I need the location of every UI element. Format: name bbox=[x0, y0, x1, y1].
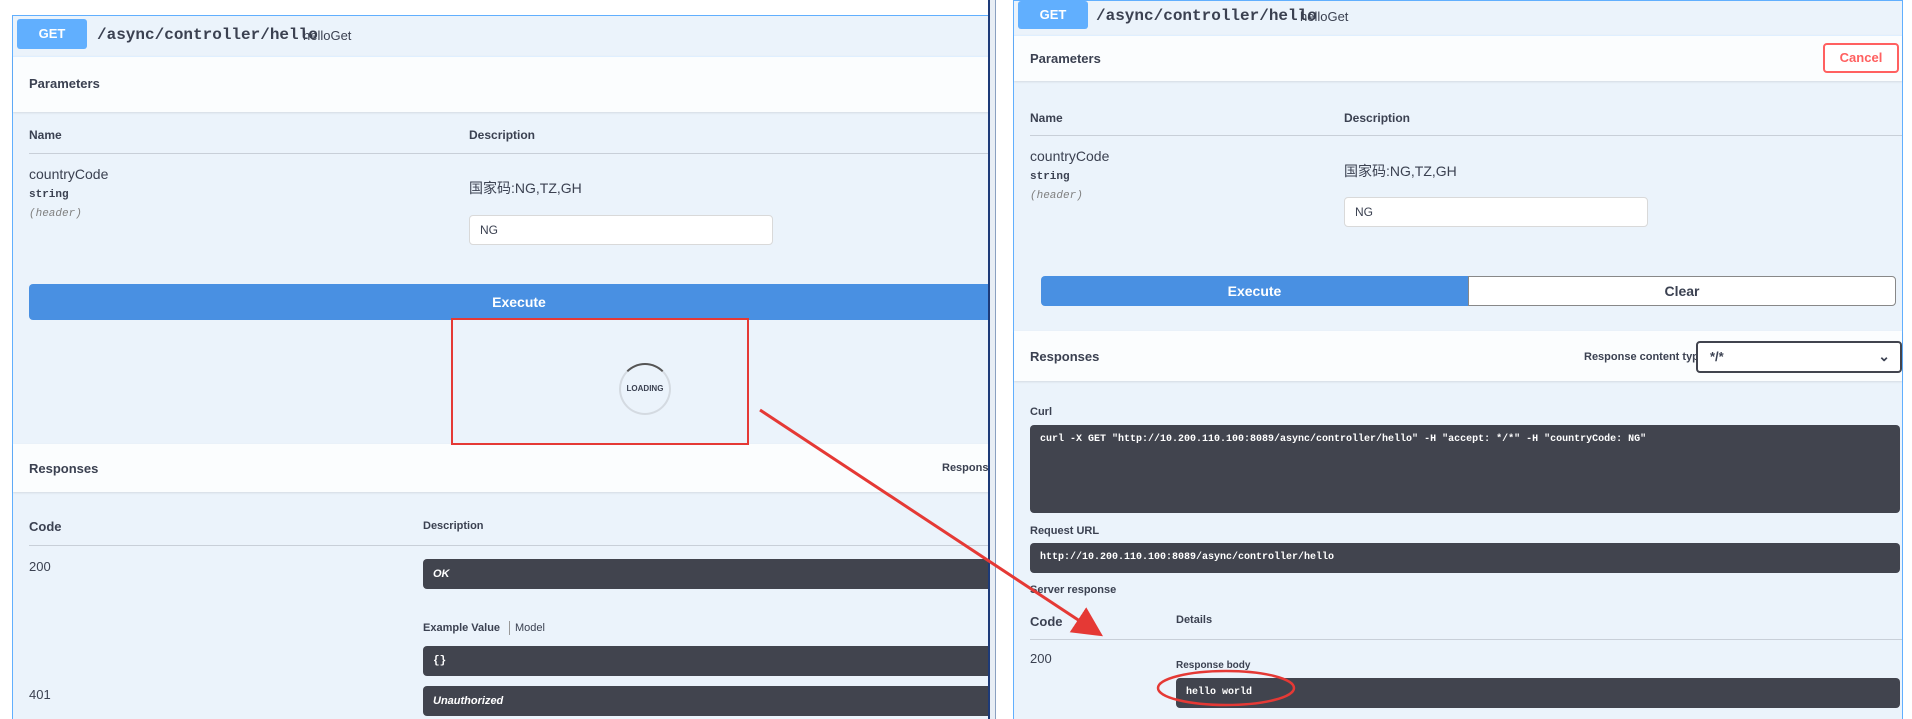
divider bbox=[1030, 135, 1902, 136]
curl-label: Curl bbox=[1030, 406, 1052, 418]
execute-button[interactable]: Execute bbox=[29, 284, 988, 320]
param-name: countryCode bbox=[29, 166, 109, 182]
left-swagger-panel: GET /async/controller/hello helloGet Par… bbox=[0, 0, 988, 719]
operation-block: GET /async/controller/hello helloGet Par… bbox=[1013, 0, 1903, 719]
operation-path: /async/controller/hello bbox=[1096, 7, 1317, 25]
code-col: Code bbox=[29, 519, 62, 534]
parameters-title: Parameters bbox=[29, 76, 100, 91]
example-value-tab[interactable]: Example Value bbox=[423, 622, 500, 634]
right-swagger-panel: GET /async/controller/hello helloGet Par… bbox=[995, 0, 1912, 719]
model-tab[interactable]: Model bbox=[515, 622, 545, 634]
description-col: Description bbox=[423, 520, 484, 532]
request-url-label: Request URL bbox=[1030, 525, 1100, 537]
loading-spinner: LOADING bbox=[619, 363, 671, 415]
response-code-200: 200 bbox=[29, 559, 51, 574]
param-input[interactable]: NG bbox=[469, 215, 773, 245]
parameters-title: Parameters bbox=[1030, 51, 1101, 66]
col-name: Name bbox=[29, 128, 62, 142]
response-desc-401: Unauthorized bbox=[423, 686, 988, 716]
operation-id: helloGet bbox=[303, 28, 352, 43]
execute-button[interactable]: Execute bbox=[1041, 276, 1468, 306]
method-badge: GET bbox=[17, 19, 87, 49]
divider bbox=[1030, 639, 1902, 640]
operation-id: helloGet bbox=[1300, 9, 1349, 24]
method-badge: GET bbox=[1018, 1, 1088, 29]
code-col: Code bbox=[1030, 614, 1063, 629]
param-in: (header) bbox=[1030, 190, 1083, 202]
clear-button[interactable]: Clear bbox=[1468, 276, 1896, 306]
response-body: hello world bbox=[1176, 678, 1900, 708]
divider bbox=[29, 153, 988, 154]
select-value: */* bbox=[1710, 349, 1724, 364]
param-name: countryCode bbox=[1030, 148, 1110, 164]
responses-header: Responses Response content type */* ⌄ bbox=[1014, 331, 1902, 381]
responses-header: Responses Response bbox=[13, 444, 988, 492]
server-response-label: Server response bbox=[1030, 584, 1117, 596]
col-name: Name bbox=[1030, 111, 1063, 125]
responses-title: Responses bbox=[1030, 349, 1100, 364]
response-content-type-label: Response bbox=[942, 462, 988, 474]
response-desc-200: OK bbox=[423, 559, 988, 589]
response-content-type-label: Response content type bbox=[1584, 351, 1706, 363]
operation-summary[interactable]: GET /async/controller/hello helloGet bbox=[1014, 1, 1902, 36]
operation-summary[interactable]: GET /async/controller/hello helloGet bbox=[13, 16, 988, 57]
response-content-type-select[interactable]: */* ⌄ bbox=[1696, 341, 1902, 373]
divider bbox=[29, 545, 988, 546]
request-url: http://10.200.110.100:8089/async/control… bbox=[1030, 543, 1900, 573]
parameters-header: Parameters bbox=[13, 56, 988, 112]
col-description: Description bbox=[1344, 111, 1411, 125]
param-input[interactable]: NG bbox=[1344, 197, 1648, 227]
param-type: string bbox=[29, 189, 69, 201]
response-code: 200 bbox=[1030, 651, 1052, 666]
response-body-label: Response body bbox=[1176, 660, 1251, 671]
responses-title: Responses bbox=[29, 461, 99, 476]
curl-command: curl -X GET "http://10.200.110.100:8089/… bbox=[1030, 425, 1900, 513]
example-value-body: {} bbox=[423, 646, 988, 676]
param-description: 国家码:NG,TZ,GH bbox=[469, 180, 582, 196]
window-border-left bbox=[988, 0, 990, 719]
details-col: Details bbox=[1176, 614, 1213, 626]
response-code-401: 401 bbox=[29, 687, 51, 702]
operation-path: /async/controller/hello bbox=[97, 26, 318, 44]
param-description: 国家码:NG,TZ,GH bbox=[1344, 163, 1457, 179]
cancel-button[interactable]: Cancel bbox=[1823, 43, 1899, 73]
param-type: string bbox=[1030, 171, 1070, 183]
operation-block: GET /async/controller/hello helloGet Par… bbox=[12, 15, 988, 719]
tab-separator bbox=[509, 621, 510, 635]
col-description: Description bbox=[469, 128, 536, 142]
chevron-down-icon: ⌄ bbox=[1878, 348, 1890, 364]
param-in: (header) bbox=[29, 208, 82, 220]
parameters-header: Parameters Cancel bbox=[1014, 35, 1902, 81]
